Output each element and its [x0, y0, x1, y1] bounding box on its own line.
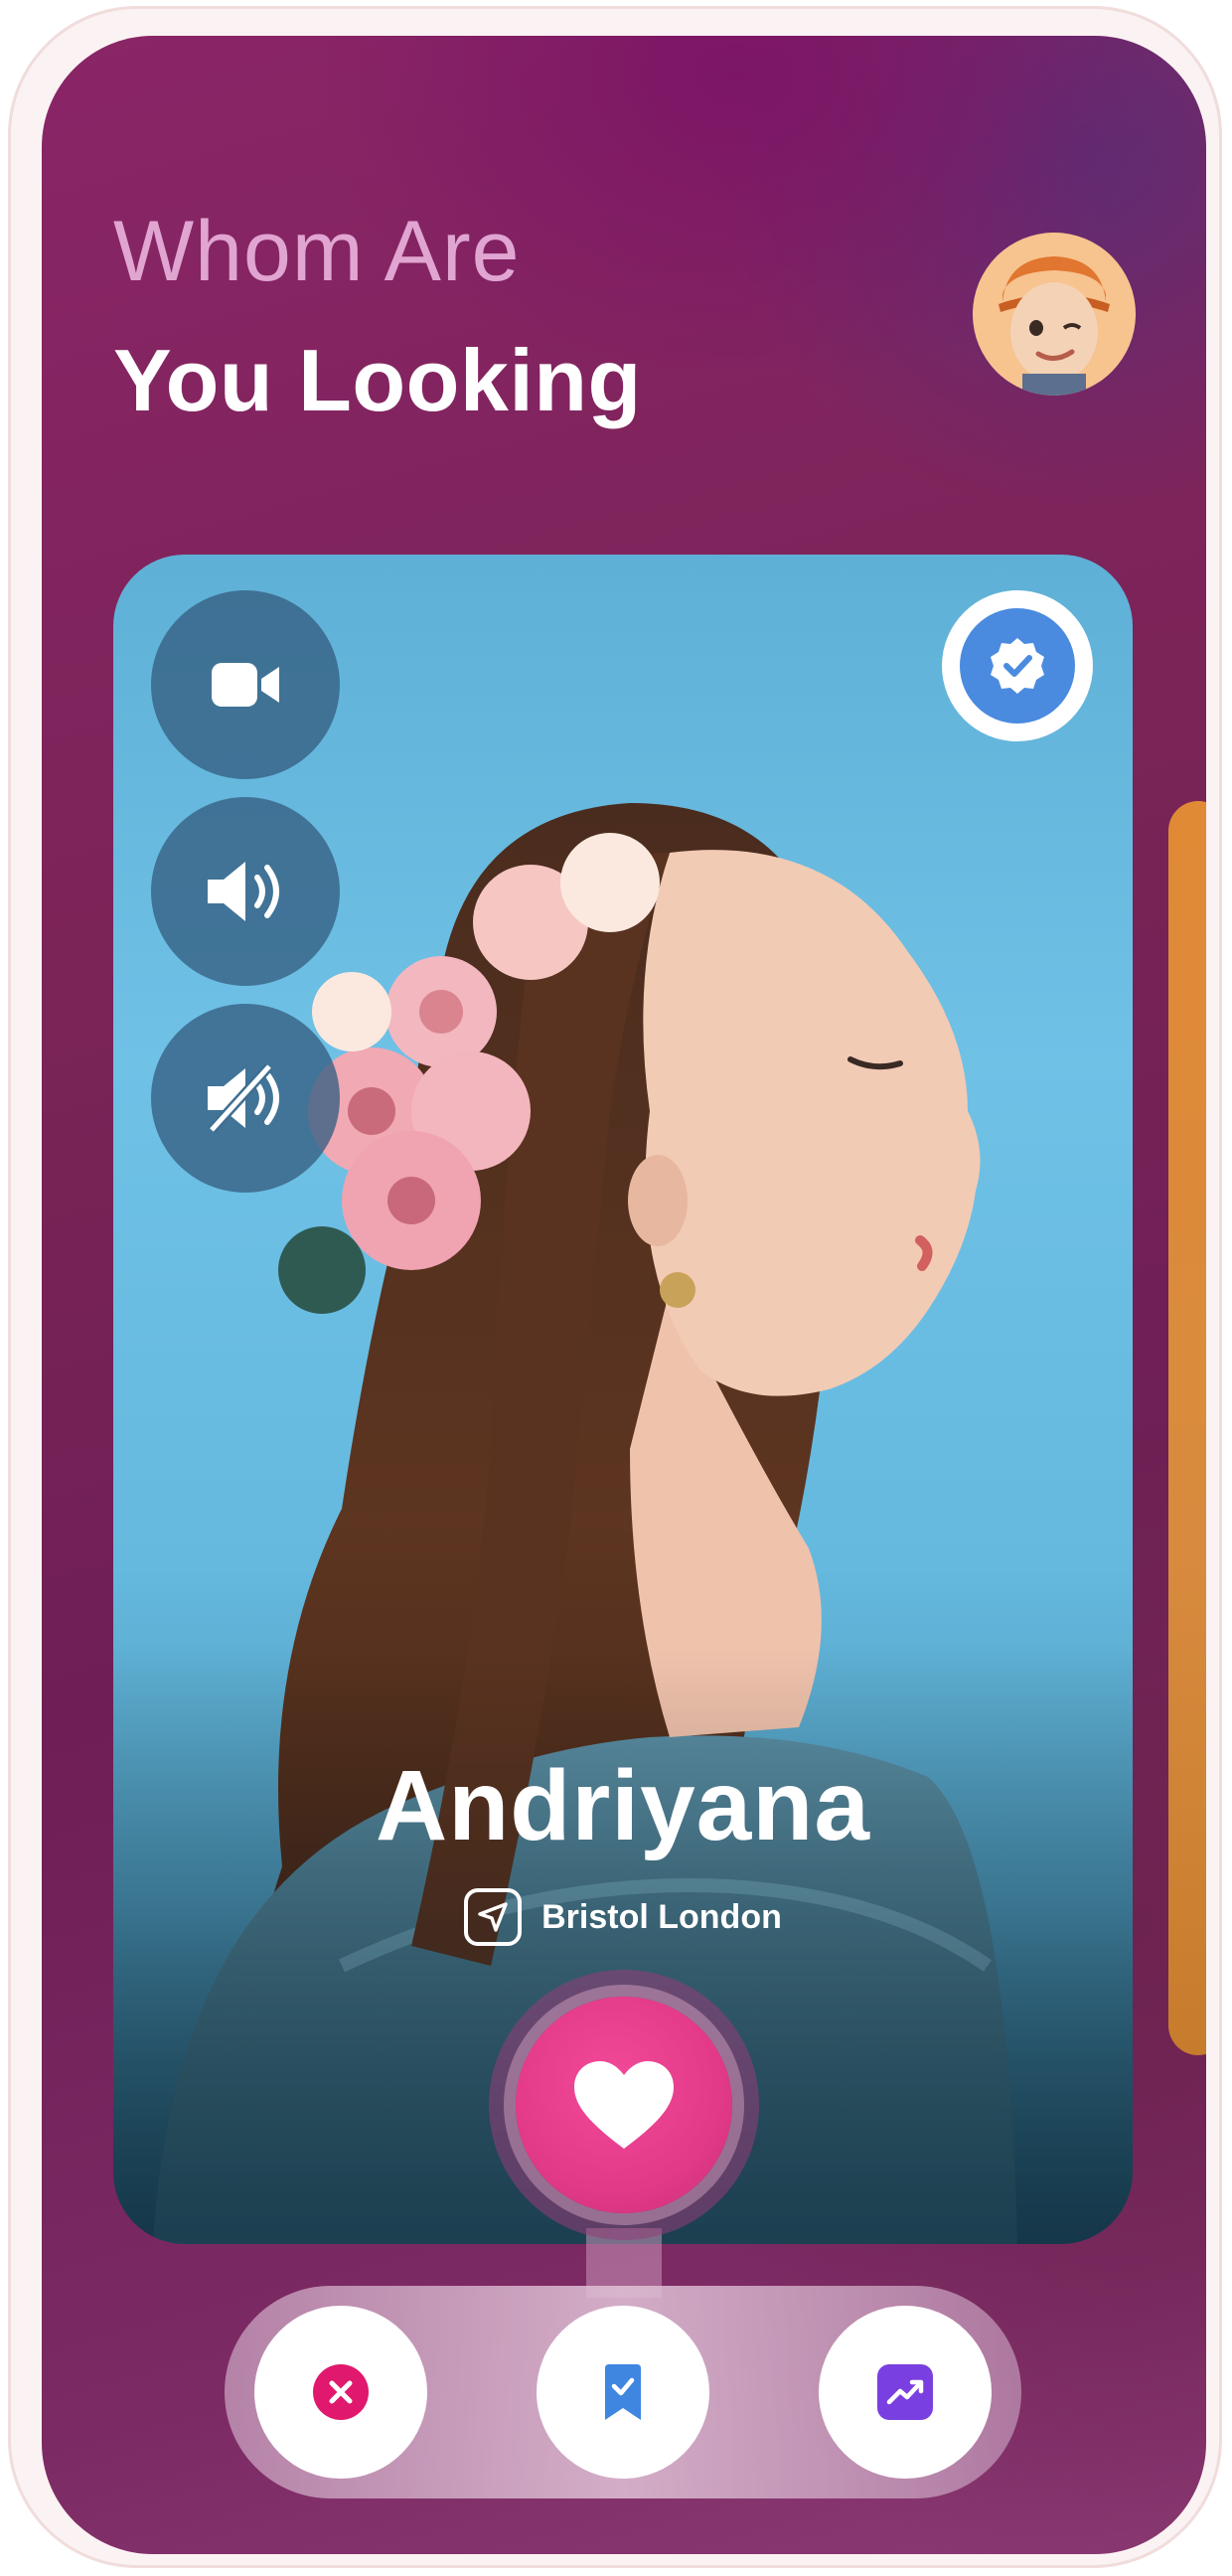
dislike-button[interactable]: [254, 2306, 427, 2479]
action-bar: [225, 2286, 1021, 2498]
bookmark-button[interactable]: [537, 2306, 709, 2479]
verified-badge: [942, 590, 1093, 741]
close-icon: [313, 2364, 369, 2420]
phone-frame: Whom Are You Looking Andriyana Bristol L…: [8, 6, 1222, 2568]
heart-icon: [574, 2061, 674, 2149]
trending-icon: [877, 2364, 933, 2420]
audio-call-button[interactable]: [151, 797, 340, 986]
profile-location: Bristol London: [113, 1888, 1133, 1946]
next-card-peek: [1168, 801, 1206, 2055]
speaker-icon: [208, 862, 279, 921]
location-text: Bristol London: [541, 1897, 782, 1936]
location-arrow-icon: [464, 1888, 523, 1946]
bookmark-icon: [605, 2364, 641, 2420]
page-title-line2: You Looking: [113, 331, 642, 429]
memoji-avatar-icon: [973, 233, 1136, 396]
verified-check-icon: [991, 638, 1044, 694]
speaker-muted-icon: [208, 1062, 279, 1134]
boost-button[interactable]: [819, 2306, 992, 2479]
user-avatar[interactable]: [973, 233, 1136, 396]
profile-name: Andriyana: [375, 1750, 870, 1861]
page-title-line1: Whom Are: [113, 204, 521, 299]
like-button[interactable]: [516, 1997, 732, 2213]
app-screen: Whom Are You Looking Andriyana Bristol L…: [42, 36, 1206, 2554]
video-call-button[interactable]: [151, 590, 340, 779]
video-camera-icon: [212, 663, 279, 707]
mute-button[interactable]: [151, 1004, 340, 1193]
like-button-ring: [489, 1970, 759, 2240]
